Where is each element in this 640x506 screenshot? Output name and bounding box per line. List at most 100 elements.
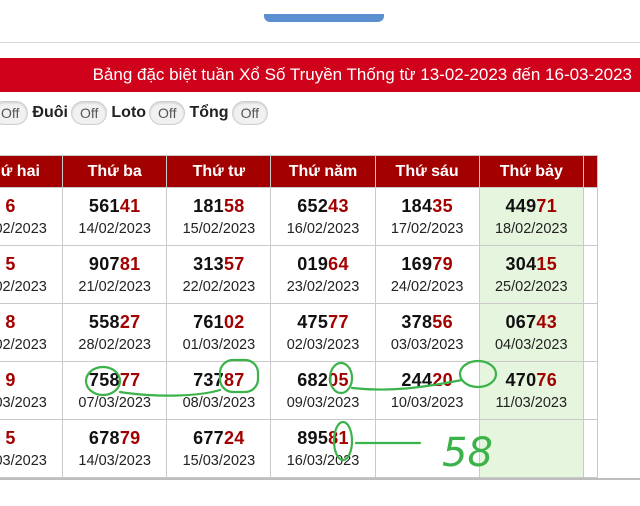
- number-tail: 56: [432, 312, 453, 332]
- number-head: 304: [505, 254, 537, 274]
- result-date: 22/02/2023: [182, 279, 256, 295]
- toggle-loto[interactable]: Off: [149, 101, 186, 125]
- number-tail: 57: [224, 254, 245, 274]
- result-number: 56141: [63, 196, 166, 217]
- number-head: 169: [401, 254, 433, 274]
- table-row: 8 27/02/2023 55827 28/02/2023 76102 01/03/202…: [0, 303, 599, 362]
- result-number: 5: [0, 254, 62, 275]
- result-cell: 9 06/03/2023: [0, 361, 64, 420]
- number-tail: 15: [536, 254, 558, 274]
- result-cell: 67879 14/03/2023: [62, 419, 168, 478]
- result-number: 9: [0, 370, 62, 391]
- result-cell: 68205 09/03/2023: [270, 361, 376, 420]
- number-tail: 43: [536, 312, 558, 332]
- number-head: 313: [193, 254, 224, 274]
- number-tail: 20: [432, 370, 453, 390]
- result-date: 10/03/2023: [390, 395, 464, 411]
- number-tail: 5: [5, 428, 16, 448]
- result-date: 15/03/2023: [182, 453, 256, 469]
- result-cell: 8 27/02/2023: [0, 303, 64, 362]
- result-cell: 5 13/03/2023: [0, 419, 64, 478]
- result-date: 28/02/2023: [78, 337, 151, 353]
- result-date: 21/02/2023: [78, 279, 151, 295]
- number-tail: 43: [328, 196, 349, 216]
- number-tail: 77: [328, 312, 349, 332]
- toggle-0[interactable]: Off: [0, 101, 29, 125]
- result-number: 67879: [63, 428, 166, 449]
- result-date: 09/03/2023: [286, 395, 360, 411]
- header-thu-nam: Thứ năm: [270, 155, 376, 188]
- header-chu-nhat: [582, 155, 599, 188]
- number-tail: 8: [5, 312, 16, 332]
- result-number: 68205: [271, 370, 374, 391]
- number-tail: 27: [119, 312, 141, 332]
- result-cell: 76102 01/03/2023: [166, 303, 272, 362]
- number-head: 678: [88, 428, 120, 448]
- result-number: 16979: [376, 254, 479, 275]
- result-number: 73787: [167, 370, 270, 391]
- result-cell: [582, 303, 599, 362]
- number-tail: 76: [536, 370, 558, 390]
- number-tail: 24: [224, 428, 245, 448]
- result-date: 03/03/2023: [390, 337, 464, 353]
- number-tail: 02: [224, 312, 245, 332]
- divider: [0, 42, 640, 43]
- result-cell: 16979 24/02/2023: [374, 245, 480, 304]
- number-head: 737: [193, 370, 224, 390]
- result-date: 20/02/2023: [0, 279, 47, 295]
- result-date: 18/02/2023: [494, 221, 568, 237]
- result-cell: 06743 04/03/2023: [478, 303, 584, 362]
- result-cell: 18435 17/02/2023: [374, 187, 480, 246]
- result-date: 14/02/2023: [78, 221, 151, 237]
- number-tail: 77: [119, 370, 141, 390]
- result-number: 76102: [167, 312, 270, 333]
- number-head: 682: [297, 370, 329, 390]
- result-date: 24/02/2023: [390, 279, 464, 295]
- header-thu-tu: Thứ tư: [166, 155, 272, 188]
- number-head: 449: [505, 196, 537, 216]
- result-number: 67724: [167, 428, 270, 449]
- number-tail: 58: [224, 196, 245, 216]
- number-tail: 05: [328, 370, 349, 390]
- result-date: 16/03/2023: [286, 453, 360, 469]
- result-cell: 30415 25/02/2023: [478, 245, 584, 304]
- result-number: 30415: [480, 254, 583, 275]
- number-tail: 71: [536, 196, 558, 216]
- result-number: 31357: [167, 254, 270, 275]
- toggle-duoi[interactable]: Off: [70, 101, 108, 125]
- number-tail: 81: [328, 428, 349, 448]
- result-cell: 67724 15/03/2023: [166, 419, 272, 478]
- number-head: 652: [297, 196, 329, 216]
- number-tail: 79: [119, 428, 141, 448]
- result-number: 8: [0, 312, 62, 333]
- table-row: 5 20/02/2023 90781 21/02/2023 31357 22/02/202…: [0, 245, 599, 304]
- number-head: 677: [193, 428, 224, 448]
- result-number: 06743: [480, 312, 583, 333]
- number-head: 558: [88, 312, 120, 332]
- result-number: 65243: [271, 196, 374, 217]
- result-cell: 90781 21/02/2023: [62, 245, 168, 304]
- result-date: 11/03/2023: [495, 395, 568, 411]
- result-date: 13/02/2023: [0, 221, 47, 237]
- result-date: 06/03/2023: [0, 395, 47, 411]
- result-cell: 18158 15/02/2023: [166, 187, 272, 246]
- result-date: 01/03/2023: [182, 337, 256, 353]
- filter-label-duoi: Đuôi: [32, 104, 68, 121]
- top-tab-indicator[interactable]: [264, 14, 384, 22]
- table-row: 6 13/02/2023 56141 14/02/2023 18158 15/02/202…: [0, 187, 599, 246]
- toggle-tong[interactable]: Off: [231, 101, 268, 125]
- result-date: 25/02/2023: [494, 279, 568, 295]
- result-number: 37856: [376, 312, 479, 333]
- result-cell: 47076 11/03/2023: [478, 361, 584, 420]
- number-head: 181: [193, 196, 224, 216]
- banner-title: Bảng đặc biệt tuần Xổ Số Truyền Thống từ…: [0, 58, 640, 92]
- result-number: 47076: [480, 370, 583, 391]
- result-cell: [478, 419, 584, 478]
- table-bottom-border: [0, 478, 640, 480]
- result-cell: 56141 14/02/2023: [62, 187, 168, 246]
- result-cell: 37856 03/03/2023: [374, 303, 480, 362]
- number-head: 907: [88, 254, 120, 274]
- result-cell: 75877 07/03/2023: [62, 361, 168, 420]
- result-number: 01964: [271, 254, 374, 275]
- number-head: 761: [193, 312, 224, 332]
